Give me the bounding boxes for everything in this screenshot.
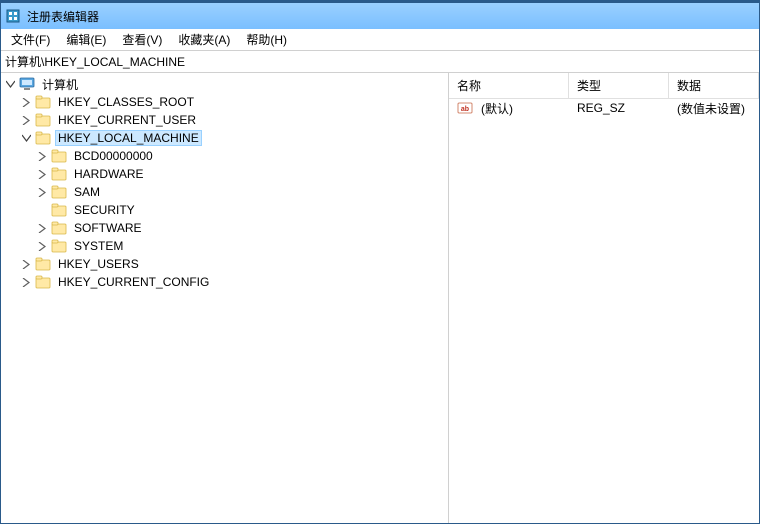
tree-label-hklm: HKEY_LOCAL_MACHINE bbox=[55, 130, 202, 146]
chevron-right-icon[interactable] bbox=[19, 257, 33, 271]
folder-icon bbox=[35, 130, 51, 146]
tree-label-hkcr: HKEY_CLASSES_ROOT bbox=[55, 94, 197, 110]
menubar: 文件(F) 编辑(E) 查看(V) 收藏夹(A) 帮助(H) bbox=[1, 29, 759, 51]
tree-label-bcd: BCD00000000 bbox=[71, 148, 156, 164]
registry-editor-window: 注册表编辑器 文件(F) 编辑(E) 查看(V) 收藏夹(A) 帮助(H) 计算… bbox=[0, 0, 760, 524]
expander-empty bbox=[35, 203, 49, 217]
chevron-down-icon[interactable] bbox=[19, 131, 33, 145]
addressbar bbox=[1, 51, 759, 73]
chevron-right-icon[interactable] bbox=[35, 149, 49, 163]
tree-label-system: SYSTEM bbox=[71, 238, 126, 254]
tree-node-hku[interactable]: HKEY_USERS bbox=[19, 255, 448, 273]
tree-label-sam: SAM bbox=[71, 184, 103, 200]
titlebar[interactable]: 注册表编辑器 bbox=[1, 3, 759, 29]
window-title: 注册表编辑器 bbox=[27, 8, 99, 25]
tree-label-software: SOFTWARE bbox=[71, 220, 145, 236]
chevron-down-icon[interactable] bbox=[3, 77, 17, 91]
tree-node-software[interactable]: SOFTWARE bbox=[35, 219, 448, 237]
header-col-type[interactable]: 类型 bbox=[569, 73, 669, 98]
string-value-icon bbox=[457, 100, 473, 116]
value-type: REG_SZ bbox=[569, 100, 669, 116]
value-row[interactable]: (默认) REG_SZ (数值未设置) bbox=[449, 99, 759, 117]
value-name: (默认) bbox=[481, 100, 513, 117]
values-pane: 名称 类型 数据 (默认) REG_SZ (数值未设置) bbox=[449, 73, 759, 523]
chevron-right-icon[interactable] bbox=[19, 113, 33, 127]
folder-icon bbox=[51, 166, 67, 182]
tree-label-hkcc: HKEY_CURRENT_CONFIG bbox=[55, 274, 212, 290]
tree-node-bcd[interactable]: BCD00000000 bbox=[35, 147, 448, 165]
address-input[interactable] bbox=[5, 55, 755, 69]
chevron-right-icon[interactable] bbox=[19, 275, 33, 289]
header-col-name[interactable]: 名称 bbox=[449, 73, 569, 98]
folder-icon bbox=[51, 202, 67, 218]
tree-node-hklm[interactable]: HKEY_LOCAL_MACHINE bbox=[19, 129, 448, 147]
folder-icon bbox=[35, 256, 51, 272]
menu-favorites[interactable]: 收藏夹(A) bbox=[170, 29, 238, 50]
chevron-right-icon[interactable] bbox=[35, 221, 49, 235]
chevron-right-icon[interactable] bbox=[19, 95, 33, 109]
tree-label-hardware: HARDWARE bbox=[71, 166, 147, 182]
chevron-right-icon[interactable] bbox=[35, 167, 49, 181]
folder-icon bbox=[35, 94, 51, 110]
tree-label-hkcu: HKEY_CURRENT_USER bbox=[55, 112, 199, 128]
value-data: (数值未设置) bbox=[669, 99, 759, 118]
chevron-right-icon[interactable] bbox=[35, 239, 49, 253]
folder-icon bbox=[35, 112, 51, 128]
tree-node-hkcu[interactable]: HKEY_CURRENT_USER bbox=[19, 111, 448, 129]
folder-icon bbox=[51, 220, 67, 236]
tree-label-security: SECURITY bbox=[71, 202, 138, 218]
menu-view[interactable]: 查看(V) bbox=[114, 29, 170, 50]
menu-file[interactable]: 文件(F) bbox=[3, 29, 58, 50]
tree-node-security[interactable]: SECURITY bbox=[35, 201, 448, 219]
computer-icon bbox=[19, 76, 35, 92]
tree-node-hardware[interactable]: HARDWARE bbox=[35, 165, 448, 183]
tree-node-computer[interactable]: 计算机 bbox=[3, 75, 448, 93]
values-body[interactable]: (默认) REG_SZ (数值未设置) bbox=[449, 99, 759, 523]
tree-node-system[interactable]: SYSTEM bbox=[35, 237, 448, 255]
folder-icon bbox=[51, 238, 67, 254]
menu-help[interactable]: 帮助(H) bbox=[238, 29, 295, 50]
tree-node-sam[interactable]: SAM bbox=[35, 183, 448, 201]
folder-icon bbox=[51, 184, 67, 200]
chevron-right-icon[interactable] bbox=[35, 185, 49, 199]
values-header: 名称 类型 数据 bbox=[449, 73, 759, 99]
app-icon bbox=[5, 8, 21, 24]
tree-label-computer: 计算机 bbox=[39, 75, 81, 94]
tree-pane[interactable]: 计算机 HKEY_CLASSES_ROOT HKEY_CURRENT_USER bbox=[1, 73, 449, 523]
tree-node-hkcc[interactable]: HKEY_CURRENT_CONFIG bbox=[19, 273, 448, 291]
header-col-data[interactable]: 数据 bbox=[669, 73, 759, 98]
folder-icon bbox=[51, 148, 67, 164]
menu-edit[interactable]: 编辑(E) bbox=[58, 29, 114, 50]
tree-label-hku: HKEY_USERS bbox=[55, 256, 142, 272]
tree-node-hkcr[interactable]: HKEY_CLASSES_ROOT bbox=[19, 93, 448, 111]
content-split: 计算机 HKEY_CLASSES_ROOT HKEY_CURRENT_USER bbox=[1, 73, 759, 523]
folder-icon bbox=[35, 274, 51, 290]
